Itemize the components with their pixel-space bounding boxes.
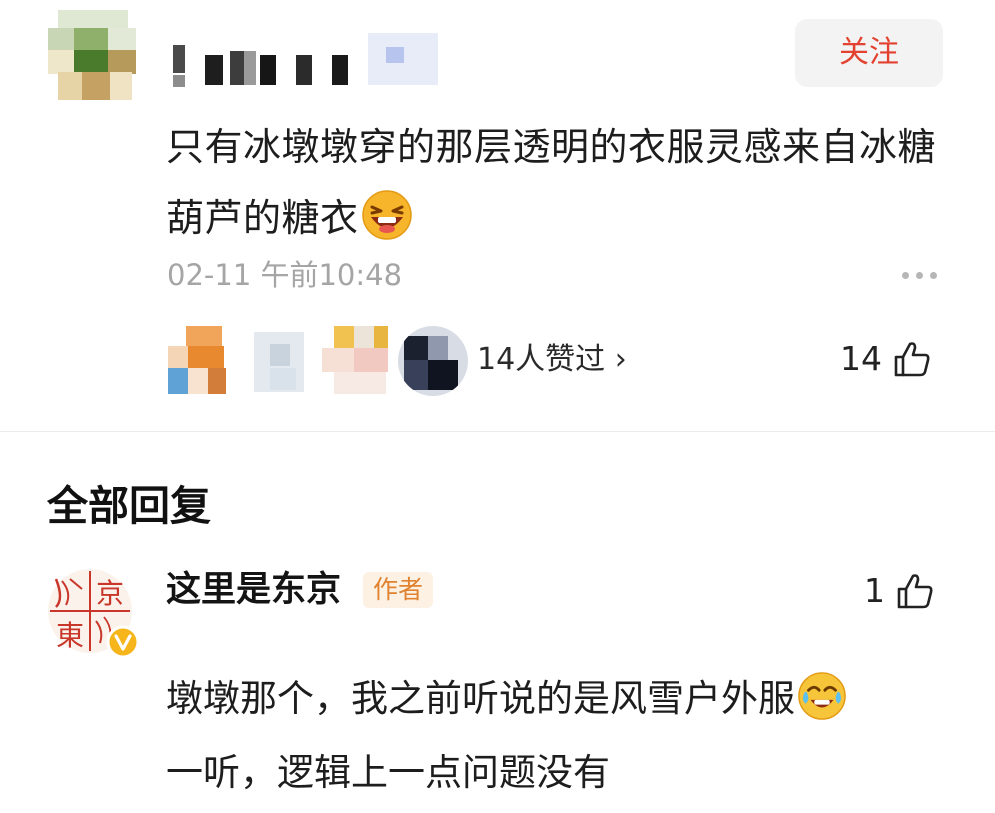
comment-timestamp: 02-11 午前10:48 bbox=[167, 258, 403, 292]
reply-text: 墩墩那个，我之前听说的是风雪户外服 一听，逻辑上一点问题没有 bbox=[166, 662, 936, 810]
more-options-icon[interactable] bbox=[900, 262, 940, 286]
avatar-char: 東 bbox=[56, 619, 84, 652]
liker-avatars[interactable] bbox=[168, 326, 468, 398]
author-badge: 作者 bbox=[363, 572, 434, 608]
section-title: 全部回复 bbox=[47, 482, 211, 530]
follow-button[interactable]: 关注 bbox=[795, 19, 943, 87]
comment-text: 只有冰墩墩穿的那层透明的衣服灵感来自冰糖葫芦的糖衣 bbox=[166, 125, 937, 240]
liker-avatar bbox=[318, 326, 388, 396]
author-avatar[interactable]: 京 東 bbox=[46, 567, 140, 659]
liker-avatar bbox=[242, 326, 312, 396]
tears-of-joy-icon bbox=[798, 672, 846, 720]
likers-count-link[interactable]: 14人赞过 › bbox=[477, 338, 627, 382]
comment-like-button[interactable]: 14 bbox=[840, 336, 932, 382]
like-count: 1 bbox=[864, 571, 885, 610]
thumbs-up-icon bbox=[897, 574, 933, 609]
reply-like-button[interactable]: 1 bbox=[864, 568, 935, 614]
verified-badge-icon bbox=[106, 625, 140, 659]
commenter-avatar[interactable] bbox=[48, 10, 136, 102]
like-count: 14 bbox=[840, 339, 882, 378]
avatar-char: 京 bbox=[96, 577, 124, 610]
divider bbox=[0, 431, 995, 432]
reply-username[interactable]: 这里是东京 bbox=[166, 564, 341, 616]
laughing-face-icon bbox=[361, 190, 412, 240]
thumbs-up-icon bbox=[894, 342, 930, 377]
liker-avatar bbox=[168, 326, 238, 396]
commenter-username[interactable] bbox=[170, 33, 440, 88]
liker-avatar bbox=[398, 326, 468, 396]
